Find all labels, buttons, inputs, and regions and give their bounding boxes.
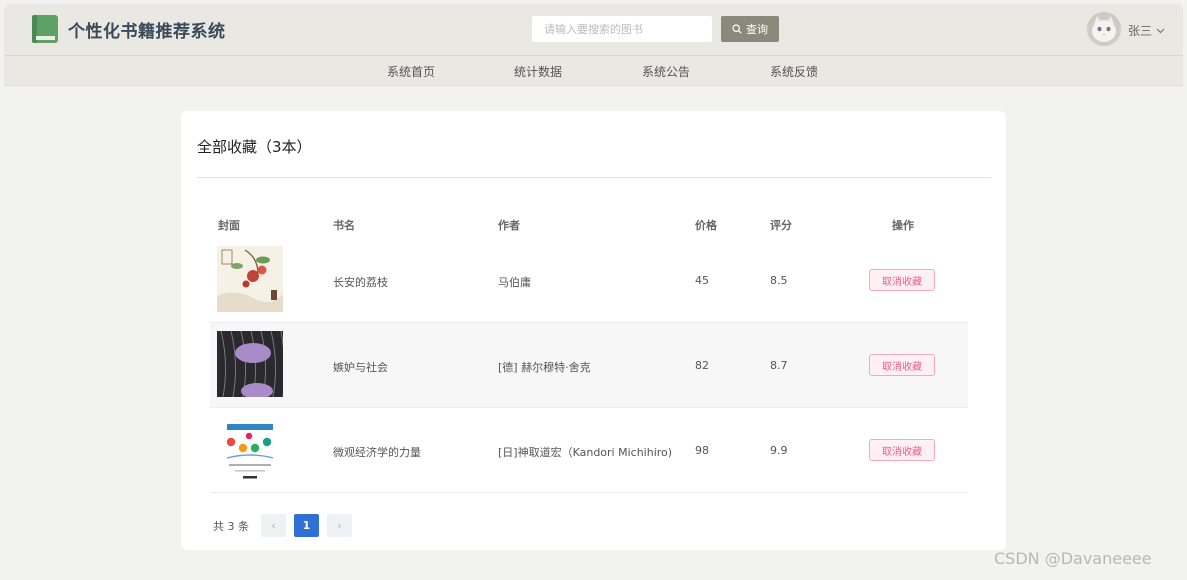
book-author: [日]神取道宏（Kandori Michihiro) xyxy=(498,446,673,459)
search-input[interactable] xyxy=(532,16,712,42)
book-author: [德] 赫尔穆特·舍克 xyxy=(498,361,591,374)
book-name[interactable]: 嫉妒与社会 xyxy=(333,359,388,375)
next-page-button[interactable]: › xyxy=(327,514,352,537)
book-logo-icon[interactable] xyxy=(31,14,59,44)
top-header: 个性化书籍推荐系统 查询 张三 xyxy=(4,4,1183,56)
cancel-favorite-button[interactable]: 取消收藏 xyxy=(869,439,935,461)
column-header-price: 价格 xyxy=(695,219,717,232)
search-button-label: 查询 xyxy=(746,23,768,36)
search-icon xyxy=(732,24,742,34)
search-button[interactable]: 查询 xyxy=(721,16,779,42)
pagination: 共 3 条 ‹ 1 › xyxy=(213,514,352,537)
column-header-name: 书名 xyxy=(333,219,355,232)
site-title: 个性化书籍推荐系统 xyxy=(68,22,226,42)
favorites-card: 全部收藏（3本） 封面 书名 作者 价格 评分 操作 长安的荔枝 马伯庸 45 … xyxy=(181,111,1006,550)
book-rating: 8.5 xyxy=(770,274,788,287)
prev-page-button[interactable]: ‹ xyxy=(261,514,286,537)
cancel-favorite-button[interactable]: 取消收藏 xyxy=(869,269,935,291)
book-author: 马伯庸 xyxy=(498,276,531,289)
book-rating: 8.7 xyxy=(770,359,788,372)
nav-item-feedback[interactable]: 系统反馈 xyxy=(770,63,818,80)
nav-item-statistics[interactable]: 统计数据 xyxy=(514,63,562,80)
nav-item-home[interactable]: 系统首页 xyxy=(387,63,435,80)
column-header-author: 作者 xyxy=(498,219,520,232)
watermark: CSDN @Davaneeee xyxy=(994,549,1152,568)
nav-item-announcements[interactable]: 系统公告 xyxy=(642,63,690,80)
divider xyxy=(197,177,991,178)
cat-avatar-icon xyxy=(1087,12,1121,46)
purple-striped-book-cover xyxy=(217,331,283,397)
main-nav: 系统首页 统计数据 系统公告 系统反馈 xyxy=(4,55,1183,86)
lychee-book-cover xyxy=(217,246,283,312)
favorites-title: 全部收藏（3本） xyxy=(197,138,312,156)
page-button-current[interactable]: 1 xyxy=(294,514,319,537)
table-row: 微观经济学的力量 [日]神取道宏（Kandori Michihiro) 98 9… xyxy=(210,408,968,493)
column-header-action: 操作 xyxy=(892,219,914,232)
table-row: 嫉妒与社会 [德] 赫尔穆特·舍克 82 8.7 取消收藏 xyxy=(210,323,968,408)
total-count: 共 3 条 xyxy=(213,519,249,533)
table-row: 长安的荔枝 马伯庸 45 8.5 取消收藏 xyxy=(210,238,968,323)
book-rating: 9.9 xyxy=(770,444,788,457)
book-name[interactable]: 长安的荔枝 xyxy=(333,274,388,290)
book-name[interactable]: 微观经济学的力量 xyxy=(333,444,421,460)
column-header-rating: 评分 xyxy=(770,219,792,232)
cancel-favorite-button[interactable]: 取消收藏 xyxy=(869,354,935,376)
book-price: 45 xyxy=(695,274,709,287)
book-price: 82 xyxy=(695,359,709,372)
user-menu[interactable]: 张三 xyxy=(1128,22,1165,39)
avatar[interactable] xyxy=(1087,12,1121,46)
username: 张三 xyxy=(1128,24,1153,38)
chevron-down-icon xyxy=(1156,28,1165,33)
economics-diagram-book-cover xyxy=(217,416,283,482)
column-header-cover: 封面 xyxy=(218,219,240,232)
book-price: 98 xyxy=(695,444,709,457)
